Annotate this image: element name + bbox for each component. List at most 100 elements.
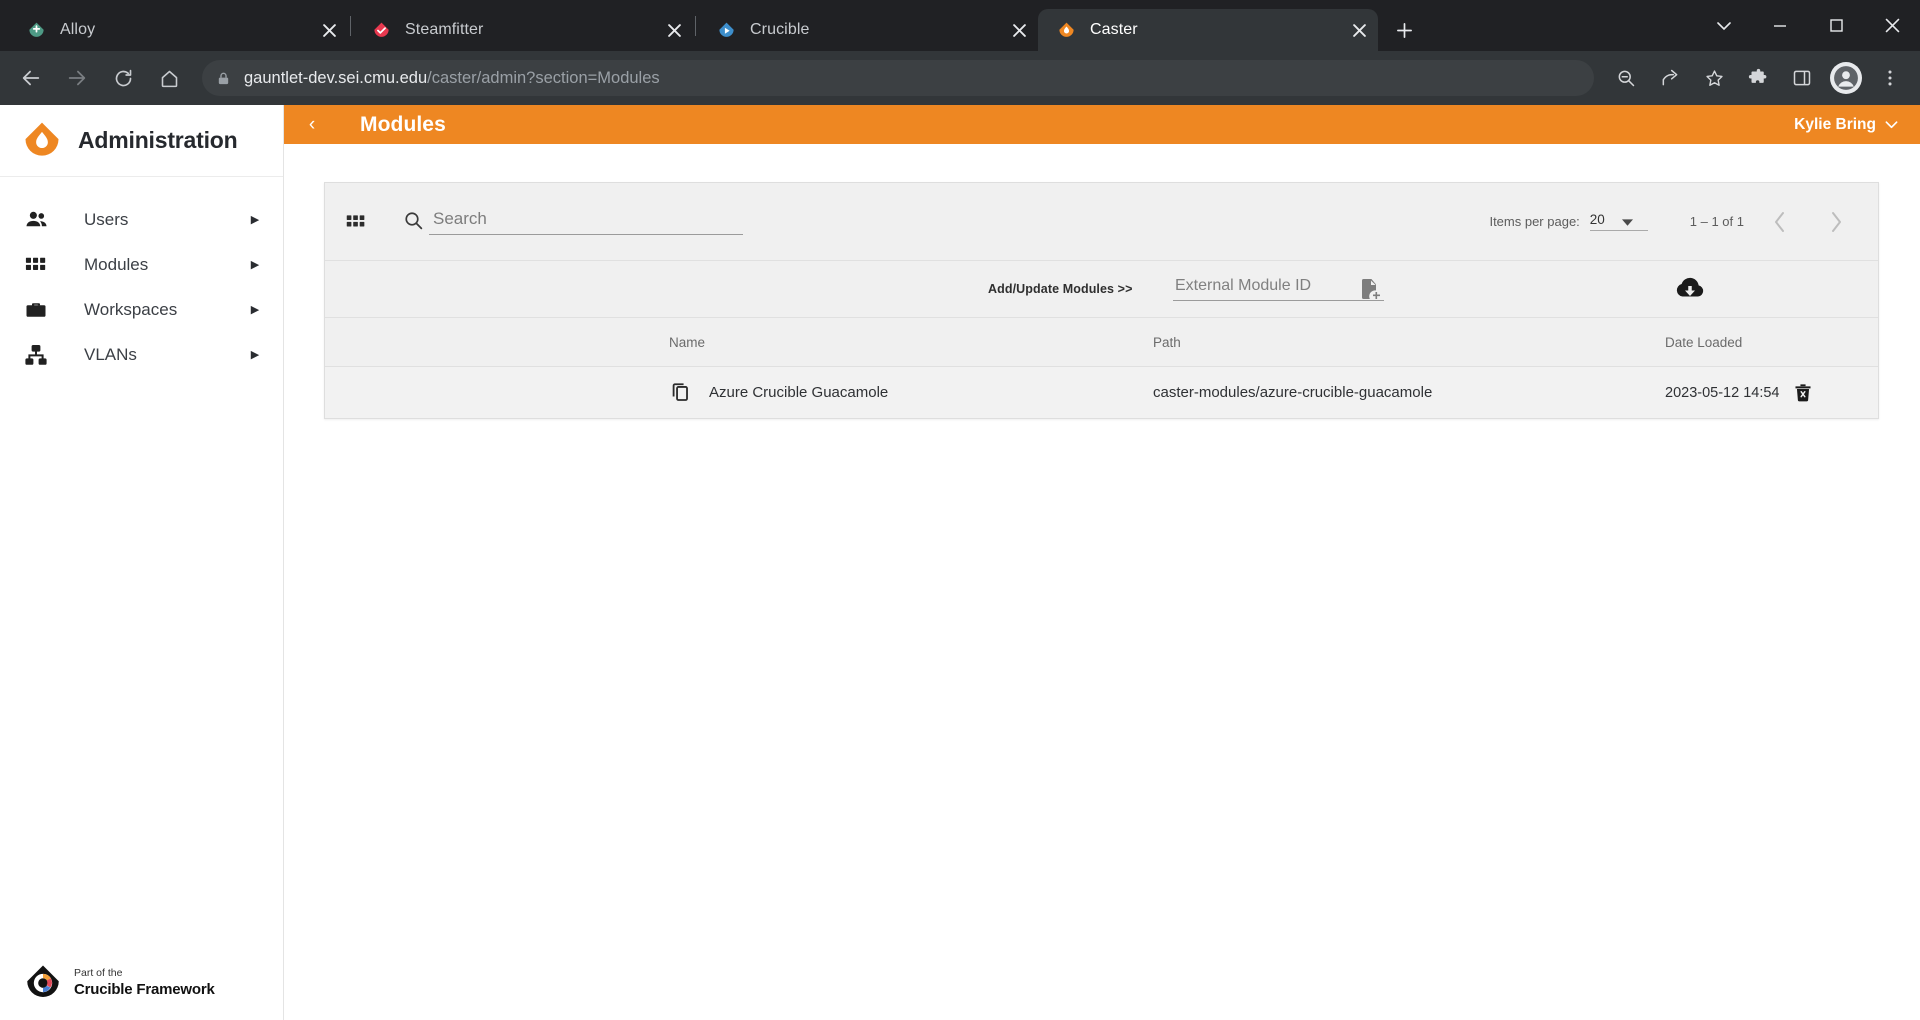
steamfitter-check-icon — [371, 20, 391, 40]
tab-search-icon[interactable] — [1696, 0, 1752, 51]
cell-module-name: Azure Crucible Guacamole — [709, 384, 889, 401]
footer-line2: Crucible Framework — [74, 980, 215, 998]
tab-divider — [695, 15, 696, 36]
maximize-icon[interactable] — [1808, 0, 1864, 51]
crucible-framework-footer: Part of the Crucible Framework — [22, 962, 215, 1004]
caster-droplet-logo — [20, 119, 64, 163]
tab-title: Alloy — [60, 21, 96, 38]
modules-card: Items per page: 20 1 – 1 of 1 — [324, 182, 1879, 419]
grid-view-icon[interactable] — [345, 211, 379, 232]
close-icon[interactable] — [661, 17, 687, 43]
column-header-date-loaded: Date Loaded — [1665, 334, 1743, 350]
close-window-icon[interactable] — [1864, 0, 1920, 51]
sidebar: Administration Users ▶ Modules ▶ Workspa… — [0, 105, 284, 1020]
alloy-droplet-icon — [26, 20, 46, 40]
sidebar-item-modules[interactable]: Modules ▶ — [0, 242, 283, 287]
cell-date-loaded: 2023-05-12 14:54 — [1665, 384, 1780, 401]
grid-apps-icon — [24, 253, 54, 276]
browser-window: Alloy Steamfitter Crucible Caster gauntl… — [0, 0, 1920, 1020]
search-icon — [403, 210, 429, 235]
home-button[interactable] — [149, 58, 189, 98]
url-domain: gauntlet-dev.sei.cmu.edu — [244, 68, 428, 87]
footer-text-block: Part of the Crucible Framework — [74, 967, 215, 998]
column-header-name: Name — [669, 334, 706, 350]
items-per-page-label: Items per page: — [1489, 214, 1580, 229]
close-icon[interactable] — [1346, 17, 1372, 43]
device-hub-icon — [24, 343, 54, 367]
external-module-id-box — [1173, 277, 1384, 301]
kebab-menu-icon[interactable] — [1871, 59, 1909, 97]
chevron-down-icon — [1885, 118, 1898, 131]
cloud-download-icon[interactable] — [1675, 274, 1705, 304]
modules-toolbar: Items per page: 20 1 – 1 of 1 — [325, 183, 1878, 261]
chevron-down-icon — [1621, 219, 1633, 227]
sidebar-item-users[interactable]: Users ▶ — [0, 197, 283, 242]
back-chevron-icon[interactable]: ‹ — [296, 114, 328, 136]
profile-avatar-icon[interactable] — [1830, 62, 1862, 94]
extensions-puzzle-icon[interactable] — [1739, 59, 1777, 97]
search-input[interactable] — [429, 208, 743, 235]
sidebar-item-label: Modules — [84, 254, 149, 274]
content-area: ‹ Modules Kylie Bring Search Items per p… — [284, 105, 1920, 1020]
address-bar-text: gauntlet-dev.sei.cmu.edu/caster/admin?se… — [238, 69, 660, 88]
page-title: Administration — [78, 127, 238, 153]
crucible-framework-logo — [22, 962, 64, 1004]
column-header-path: Path — [1153, 334, 1181, 350]
reload-button[interactable] — [103, 58, 143, 98]
next-page-button[interactable] — [1816, 202, 1856, 242]
cell-module-path: caster-modules/azure-crucible-guacamole — [1153, 384, 1433, 401]
section-title: Modules — [360, 112, 446, 136]
close-icon[interactable] — [1006, 17, 1032, 43]
bookmark-star-icon[interactable] — [1695, 59, 1733, 97]
browser-toolbar: gauntlet-dev.sei.cmu.edu/caster/admin?se… — [0, 51, 1920, 105]
sidebar-item-label: VLANs — [84, 344, 137, 364]
tab-title: Crucible — [750, 21, 810, 38]
tab-divider — [350, 15, 351, 36]
user-menu[interactable]: Kylie Bring — [1794, 116, 1898, 134]
note-add-icon[interactable] — [1358, 277, 1382, 301]
zoom-out-icon[interactable] — [1607, 59, 1645, 97]
browser-tab-alloy[interactable]: Alloy — [8, 9, 348, 51]
copy-icon[interactable] — [669, 381, 692, 404]
footer-line1: Part of the — [74, 967, 123, 980]
browser-tab-crucible[interactable]: Crucible — [698, 9, 1038, 51]
table-row[interactable]: Azure Crucible Guacamole caster-modules/… — [325, 367, 1878, 418]
caster-admin-app: Administration Users ▶ Modules ▶ Workspa… — [0, 105, 1920, 1020]
new-tab-button[interactable] — [1386, 12, 1422, 48]
delete-forever-icon[interactable] — [1792, 382, 1814, 404]
chevron-right-icon: ▶ — [250, 259, 260, 271]
chevron-right-icon: ▶ — [250, 304, 260, 316]
paginator: Items per page: 20 1 – 1 of 1 — [1489, 202, 1856, 242]
pagination-range-label: 1 – 1 of 1 — [1689, 214, 1744, 229]
sidebar-item-workspaces[interactable]: Workspaces ▶ — [0, 287, 283, 332]
sidebar-brand: Administration — [0, 105, 283, 177]
crucible-play-icon — [716, 20, 736, 40]
tab-title: Steamfitter — [405, 21, 484, 38]
back-button[interactable] — [11, 58, 51, 98]
minimize-icon[interactable] — [1752, 0, 1808, 51]
previous-page-button[interactable] — [1760, 202, 1800, 242]
items-per-page-select[interactable]: 20 — [1589, 212, 1648, 231]
sidebar-item-vlans[interactable]: VLANs ▶ — [0, 332, 283, 377]
side-panel-icon[interactable] — [1783, 59, 1821, 97]
add-update-modules-row: Add/Update Modules >> — [325, 261, 1878, 318]
briefcase-icon — [24, 298, 54, 322]
people-icon — [24, 207, 54, 232]
sidebar-item-label: Workspaces — [84, 299, 178, 319]
share-icon[interactable] — [1651, 59, 1689, 97]
tab-strip: Alloy Steamfitter Crucible Caster — [0, 0, 1920, 51]
external-module-id-input[interactable] — [1173, 277, 1384, 301]
url-path: /caster/admin?section=Modules — [427, 68, 660, 87]
chevron-right-icon: ▶ — [250, 349, 260, 361]
sidebar-item-label: Users — [84, 209, 129, 229]
forward-button[interactable] — [57, 58, 97, 98]
tab-title: Caster — [1090, 21, 1138, 38]
search-box — [403, 208, 743, 235]
address-bar[interactable]: gauntlet-dev.sei.cmu.edu/caster/admin?se… — [202, 60, 1594, 96]
app-header: ‹ Modules Kylie Bring — [284, 105, 1920, 144]
browser-tab-steamfitter[interactable]: Steamfitter — [353, 9, 693, 51]
close-icon[interactable] — [316, 17, 342, 43]
browser-tab-caster[interactable]: Caster — [1038, 9, 1378, 51]
table-header: Name Path Date Loaded — [325, 318, 1878, 367]
add-update-label: Add/Update Modules >> — [988, 282, 1133, 296]
